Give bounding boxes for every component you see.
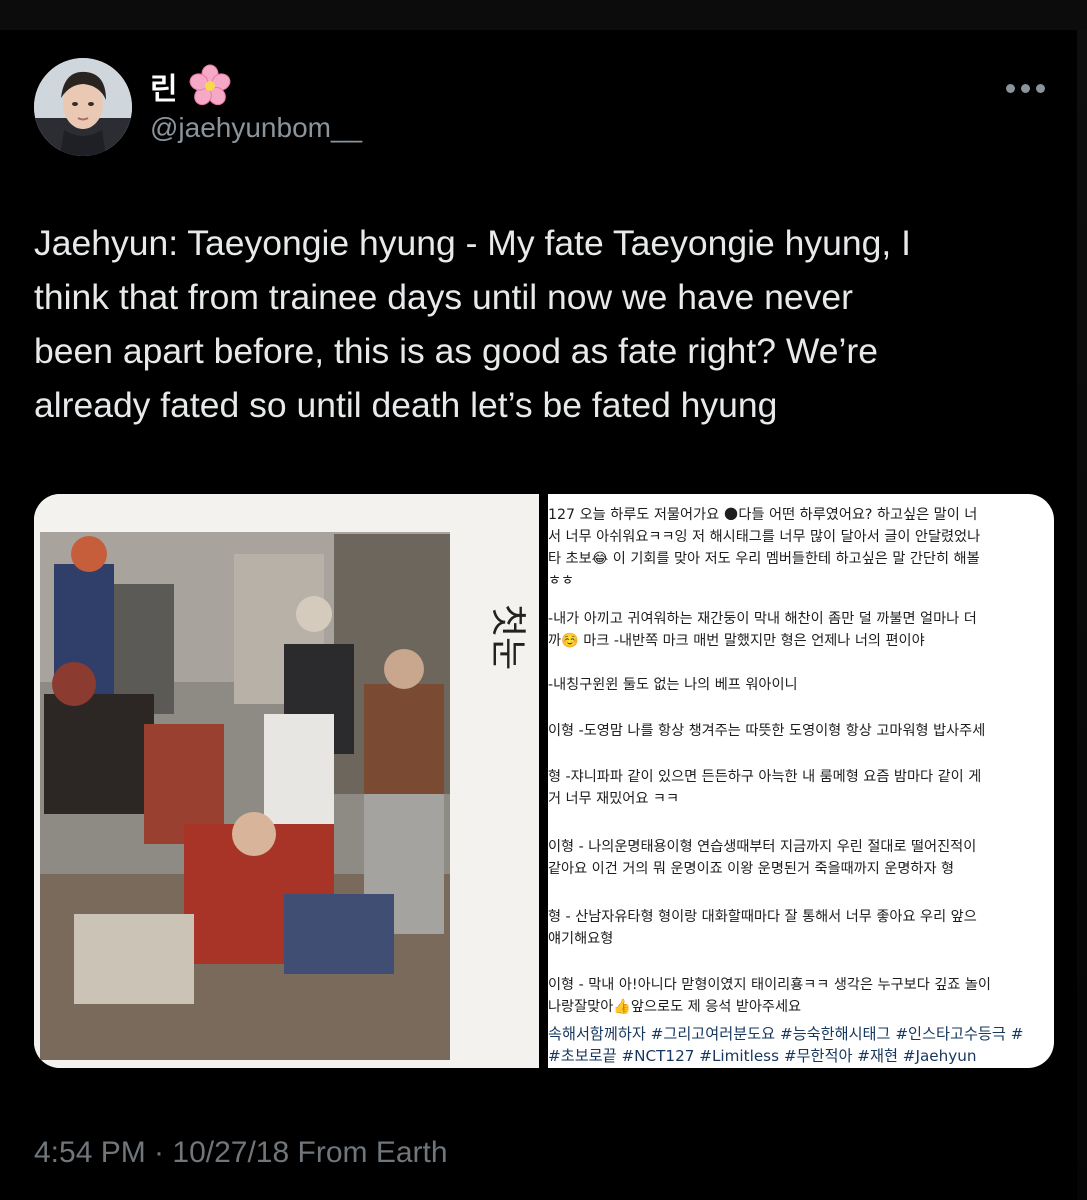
korean-text-line: ㅎㅎ (548, 573, 575, 589)
handwritten-caption: 첫눈 (487, 604, 528, 670)
cherry-blossom-icon (189, 64, 231, 106)
korean-text-line: 같아요 이건 거의 뭐 운명이죠 이왕 운명된거 죽을때까지 운명하자 형 (548, 861, 955, 877)
status-bar (0, 0, 1087, 30)
korean-text-line: 얘기해요형 (548, 931, 614, 947)
korean-text-line: -내가 아끼고 귀여워하는 재간둥이 막내 해찬이 좀만 덜 까불면 얼마나 더 (548, 611, 977, 627)
avatar-photo (34, 58, 132, 156)
korean-text-line: 까☺️ 마크 -내반쪽 마크 매번 말했지만 형은 언제나 너의 편이야 (548, 633, 925, 649)
korean-text-screenshot[interactable]: 127 오늘 하루도 저물어가요 🌑다들 어떤 하루였어요? 하고싶은 말이 너… (548, 494, 1054, 1068)
more-options-icon[interactable] (1006, 80, 1052, 96)
tweet-text-line: already fated so until death let’s be fa… (34, 385, 778, 425)
korean-text-line: 형 - 산남자유타형 형이랑 대화할때마다 잘 통해서 너무 좋아요 우리 앞으 (548, 909, 977, 925)
korean-text-line: 이형 - 막내 아!아니다 맏형이였지 태이리횽ㅋㅋ 생각은 누구보다 깊죠 놀… (548, 977, 991, 993)
tweet-text-line: Jaehyun: Taeyongie hyung - My fate Taeyo… (34, 223, 911, 263)
korean-text-line: 이형 - 나의운명태용이형 연습생때부터 지금까지 우린 절대로 떨어진적이 (548, 839, 977, 855)
author-handle[interactable]: @jaehyunbom__ (150, 112, 362, 144)
scrollbar-track[interactable] (1077, 30, 1087, 1200)
author-name-row[interactable]: 린 (150, 64, 232, 108)
tweet-text-line: been apart before, this is as good as fa… (34, 331, 878, 371)
hashtag-line: 속해서함께하자 #그리고여러분도요 #능숙한해시태그 #인스타고수등극 # (548, 1025, 1024, 1043)
korean-text-line: 형 -쟈니파파 같이 있으면 든든하구 아늑한 내 룸메형 요즘 밤마다 같이 … (548, 769, 982, 785)
tweet-text-line: think that from trainee days until now w… (34, 277, 853, 317)
author-name[interactable]: 린 (150, 64, 178, 108)
tweet-meta: 4:54 PM · 10/27/18 From Earth (34, 1136, 448, 1170)
tweet-media[interactable]: 첫눈 127 오늘 하루도 저물어가요 🌑다들 어떤 하루였어요? 하고싶은 말… (34, 494, 1054, 1068)
korean-text-line: 거 너무 재밌어요 ㅋㅋ (548, 791, 680, 807)
source-label: From Earth (297, 1136, 448, 1169)
polaroid-photo[interactable]: 첫눈 (34, 494, 539, 1068)
korean-text-line: 이형 -도영맘 나를 항상 챙겨주는 따뜻한 도영이형 항상 고마워형 밥사주세 (548, 723, 986, 739)
korean-text-line: 나랑잘맞아👍앞으로도 제 응석 받아주세요 (548, 999, 802, 1015)
timestamp[interactable]: 4:54 PM · 10/27/18 (34, 1136, 289, 1169)
korean-text-line: 127 오늘 하루도 저물어가요 🌑다들 어떤 하루였어요? 하고싶은 말이 너 (548, 507, 978, 523)
group-photo-image: 첫눈 (34, 494, 539, 1068)
korean-text-line: -내칭구윈윈 둘도 없는 나의 베프 워아이니 (548, 677, 798, 693)
avatar[interactable] (34, 58, 132, 156)
korean-text-line: 타 초보😂 이 기회를 맞아 저도 우리 멤버들한테 하고싶은 말 간단히 해볼 (548, 551, 980, 567)
tweet-text: Jaehyun: Taeyongie hyung - My fate Taeyo… (34, 216, 1044, 432)
hashtag-line: #초보로끝 #NCT127 #Limitless #무한적아 #재현 #Jaeh… (548, 1047, 977, 1065)
korean-text-line: 서 너무 아쉬워요ㅋㅋ잉 저 해시태그를 너무 많이 달아서 글이 안달렸었나 (548, 529, 981, 545)
